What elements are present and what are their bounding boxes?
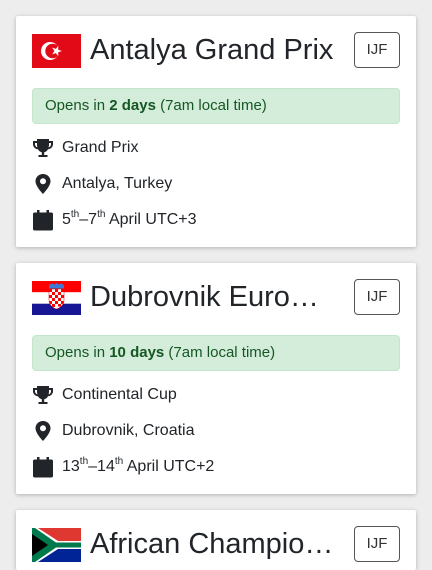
opens-in-banner: Opens in 2 days (7am local time) [32, 88, 400, 124]
event-card[interactable]: African Championships IJF [16, 510, 416, 570]
event-location-row: Dubrovnik, Croatia [32, 419, 400, 443]
event-type: Grand Prix [62, 139, 139, 156]
opens-prefix: Opens in [45, 97, 110, 114]
date-end: 7 [88, 211, 98, 228]
event-card-header: Antalya Grand Prix IJF [32, 32, 400, 70]
date-start-suffix: th [70, 208, 80, 220]
event-card-header: African Championships IJF [32, 526, 400, 564]
event-date-row: 13th–14th April UTC+2 [32, 455, 400, 479]
event-title[interactable]: African Championships [90, 526, 334, 562]
opens-days: 2 days [109, 97, 156, 114]
date-dash: – [79, 211, 89, 228]
map-marker-icon [32, 420, 54, 442]
event-location: Antalya, Turkey [62, 175, 173, 192]
date-end: 14 [97, 458, 115, 475]
opens-days: 10 days [109, 344, 165, 361]
date-start: 5 [62, 211, 71, 228]
event-type-row: Grand Prix [32, 136, 400, 160]
date-end-suffix: th [97, 208, 106, 220]
opens-suffix: (7am local time) [155, 97, 267, 114]
event-date-row: 5th–7th April UTC+3 [32, 208, 400, 232]
croatia-flag-icon [32, 281, 81, 315]
opens-in-banner: Opens in 10 days (7am local time) [32, 335, 400, 371]
event-type: Continental Cup [62, 386, 177, 403]
opens-suffix: (7am local time) [164, 344, 276, 361]
event-date: 5th–7th April UTC+3 [62, 208, 197, 232]
event-card[interactable]: Dubrovnik European Cup IJF Opens in 10 d… [16, 263, 416, 494]
ijf-button[interactable]: IJF [354, 279, 400, 315]
ijf-button[interactable]: IJF [354, 32, 400, 68]
calendar-icon [32, 456, 54, 478]
date-month-tz: April UTC+2 [123, 458, 215, 475]
trophy-icon [32, 137, 54, 159]
date-start-suffix: th [79, 455, 89, 467]
event-card[interactable]: Antalya Grand Prix IJF Opens in 2 days (… [16, 16, 416, 247]
date-start: 13 [62, 458, 80, 475]
event-card-header: Dubrovnik European Cup IJF [32, 279, 400, 317]
event-title[interactable]: Antalya Grand Prix [90, 32, 334, 68]
event-date: 13th–14th April UTC+2 [62, 455, 214, 479]
date-end-suffix: th [114, 455, 124, 467]
trophy-icon [32, 384, 54, 406]
ijf-button[interactable]: IJF [354, 526, 400, 562]
event-location-row: Antalya, Turkey [32, 172, 400, 196]
event-title[interactable]: Dubrovnik European Cup [90, 279, 334, 315]
south-africa-flag-icon [32, 528, 81, 562]
calendar-icon [32, 209, 54, 231]
date-dash: – [88, 458, 98, 475]
map-marker-icon [32, 173, 54, 195]
event-type-row: Continental Cup [32, 383, 400, 407]
event-location: Dubrovnik, Croatia [62, 422, 195, 439]
date-month-tz: April UTC+3 [105, 211, 197, 228]
turkey-flag-icon [32, 34, 81, 68]
opens-prefix: Opens in [45, 344, 110, 361]
